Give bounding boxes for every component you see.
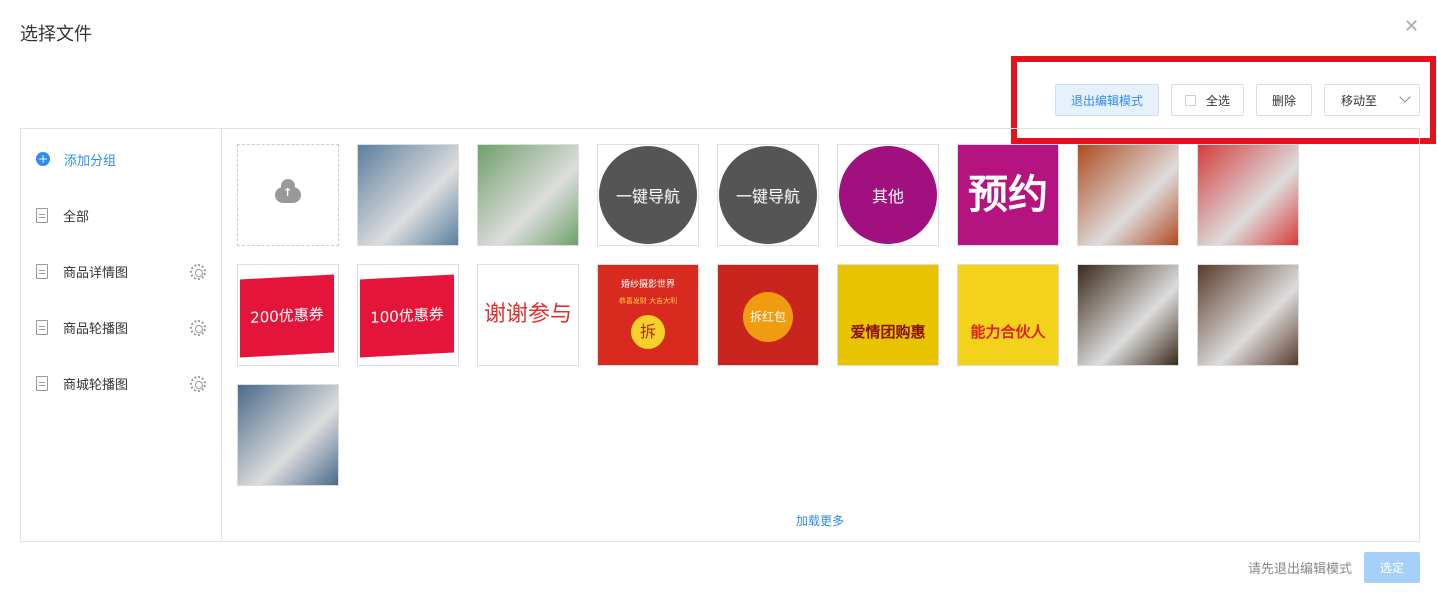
tile-badge: 拆 xyxy=(631,315,665,349)
sidebar-item-label: 全部 xyxy=(63,209,90,225)
gear-icon[interactable] xyxy=(190,376,206,392)
select-all-label: 全选 xyxy=(1205,93,1230,108)
group-sidebar: + 添加分组 全部 商品详情图 商品轮播图 商城轮播图 xyxy=(21,129,222,541)
document-icon xyxy=(36,319,48,335)
chevron-down-icon xyxy=(1399,91,1411,103)
tile-text: 其他 xyxy=(871,187,904,206)
sidebar-item-all[interactable]: 全部 xyxy=(36,205,89,225)
image-tile[interactable]: 一键导航 xyxy=(597,144,699,246)
plus-icon: + xyxy=(36,152,50,166)
circle-graphic: 一键导航 xyxy=(599,146,697,244)
dialog-title: 选择文件 xyxy=(20,24,92,45)
tile-text: 200优惠券 xyxy=(240,274,334,358)
add-group-button[interactable]: + 添加分组 xyxy=(36,149,116,169)
image-tile[interactable] xyxy=(357,144,459,246)
tile-text: 爱情团购惠 xyxy=(850,323,926,341)
sidebar-item-label: 商品轮播图 xyxy=(63,321,129,337)
gear-icon[interactable] xyxy=(190,264,206,280)
add-group-label: 添加分组 xyxy=(64,153,117,169)
tile-text: 谢谢参与 xyxy=(483,302,572,327)
tile-text: 预约 xyxy=(968,172,1048,218)
image-tile[interactable]: 谢谢参与 xyxy=(477,264,579,366)
close-icon[interactable]: ✕ xyxy=(1404,18,1419,36)
tile-text: 100优惠券 xyxy=(360,274,454,358)
tile-badge: 拆红包 xyxy=(743,292,793,342)
exit-edit-mode-button[interactable]: 退出编辑模式 xyxy=(1055,84,1159,116)
circle-graphic: 一键导航 xyxy=(719,146,817,244)
document-icon xyxy=(36,263,48,279)
sidebar-item-mall-carousel[interactable]: 商城轮播图 xyxy=(36,373,128,393)
sidebar-item-product-detail[interactable]: 商品详情图 xyxy=(36,261,128,281)
tile-text: 一键导航 xyxy=(735,187,800,206)
sidebar-item-label: 商城轮播图 xyxy=(63,377,129,393)
image-tile[interactable]: 一键导航 xyxy=(717,144,819,246)
image-tile[interactable]: 爱情团购惠 xyxy=(837,264,939,366)
delete-label: 删除 xyxy=(1271,93,1296,108)
circle-graphic: 其他 xyxy=(839,146,937,244)
delete-button[interactable]: 删除 xyxy=(1256,84,1312,116)
document-icon xyxy=(36,375,48,391)
document-icon xyxy=(36,207,48,223)
gear-icon[interactable] xyxy=(190,320,206,336)
tile-text: 婚纱摄影世界 xyxy=(620,280,675,290)
image-tile[interactable]: 能力合伙人 xyxy=(957,264,1059,366)
select-all-button[interactable]: 全选 xyxy=(1171,84,1244,116)
tile-text: 能力合伙人 xyxy=(970,323,1046,341)
image-tile[interactable]: 预约 xyxy=(957,144,1059,246)
confirm-label: 选定 xyxy=(1379,561,1404,575)
move-to-label: 移动至 xyxy=(1341,93,1378,108)
select-all-checkbox[interactable] xyxy=(1184,94,1196,106)
image-tile[interactable] xyxy=(477,144,579,246)
file-select-dialog: 选择文件 ✕ 退出编辑模式 全选 删除 移动至 + 添加分组 全部 商品详情图 xyxy=(0,0,1437,615)
image-tile[interactable]: 婚纱摄影世界 恭喜发财 大吉大利拆 xyxy=(597,264,699,366)
image-tile[interactable]: 200优惠券 xyxy=(237,264,339,366)
image-tile[interactable] xyxy=(1197,264,1299,366)
image-tile[interactable]: 其他 xyxy=(837,144,939,246)
tile-text: 一键导航 xyxy=(615,187,680,206)
exit-edit-mode-label: 退出编辑模式 xyxy=(1070,93,1143,108)
file-panel: + 添加分组 全部 商品详情图 商品轮播图 商城轮播图 一键 xyxy=(20,128,1420,542)
cloud-upload-icon xyxy=(275,179,301,203)
move-to-select[interactable]: 移动至 xyxy=(1324,84,1420,116)
hint-text: 请先退出编辑模式 xyxy=(1248,562,1353,577)
image-tile[interactable]: 100优惠券 xyxy=(357,264,459,366)
tile-subtext: 恭喜发财 大吉大利 xyxy=(618,297,678,305)
image-tile[interactable]: 拆红包 xyxy=(717,264,819,366)
image-tile[interactable] xyxy=(1077,144,1179,246)
sidebar-item-label: 商品详情图 xyxy=(63,265,129,281)
sidebar-item-product-carousel[interactable]: 商品轮播图 xyxy=(36,317,128,337)
image-tile[interactable] xyxy=(1077,264,1179,366)
upload-tile[interactable] xyxy=(237,144,339,246)
load-more-link[interactable]: 加载更多 xyxy=(796,512,844,529)
image-tile[interactable] xyxy=(1197,144,1299,246)
image-tile[interactable] xyxy=(237,384,339,486)
confirm-button[interactable]: 选定 xyxy=(1364,552,1420,583)
